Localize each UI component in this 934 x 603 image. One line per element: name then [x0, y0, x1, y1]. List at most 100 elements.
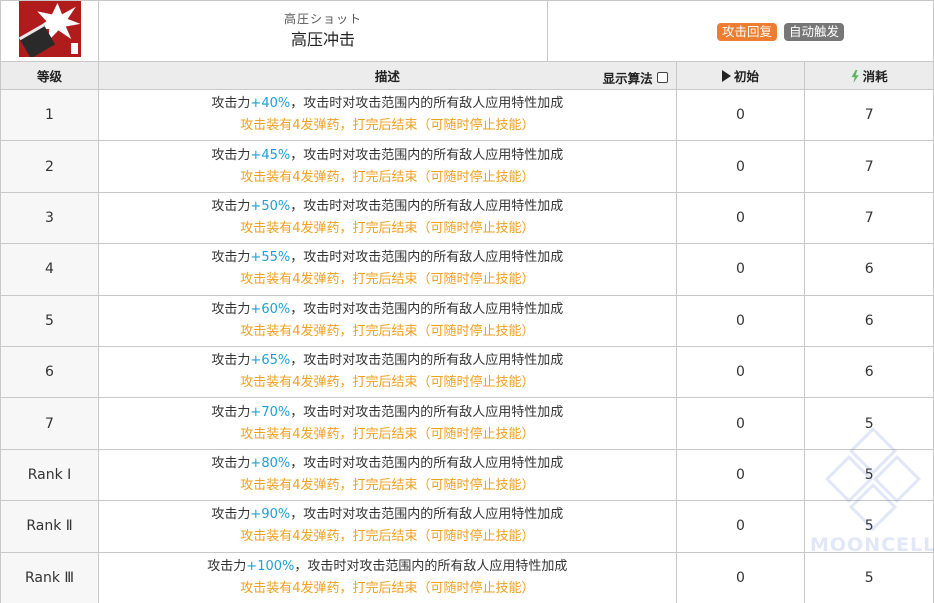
- row-atk-prefix: 攻击力: [211, 353, 251, 369]
- column-init-label: 初始: [733, 69, 759, 84]
- row-atk-prefix: 攻击力: [211, 198, 251, 214]
- row-description: 攻击力+55%，攻击时对攻击范围内的所有敌人应用特性加成 攻击装有4发弹药，打完后…: [98, 243, 677, 296]
- tag-auto-trigger: 自动触发: [784, 23, 845, 41]
- row-note: 攻击装有4发弹药，打完后结束（可随时停止技能）: [240, 118, 535, 134]
- row-effect: 攻击力+60%，攻击时对攻击范围内的所有敌人应用特性加成: [99, 299, 676, 321]
- row-atk-value: +55%: [250, 250, 291, 266]
- row-atk-value: +60%: [250, 301, 291, 317]
- row-level: Rank Ⅲ: [0, 551, 99, 603]
- row-atk-prefix: 攻击力: [211, 404, 251, 420]
- row-atk-value: +100%: [246, 558, 295, 574]
- skill-name-cell: 高圧ショット 高压冲击: [98, 0, 548, 62]
- row-init: 0: [675, 448, 806, 502]
- column-desc-label: 描述: [374, 69, 400, 84]
- row-cost: 5: [804, 448, 934, 502]
- row-level: 4: [0, 243, 99, 296]
- row-level: 5: [0, 294, 99, 347]
- row-atk-suffix: ，攻击时对攻击范围内的所有敌人应用特性加成: [290, 507, 564, 523]
- column-level: 等级: [0, 61, 99, 90]
- row-cost: 7: [804, 191, 934, 245]
- row-init: 0: [675, 345, 806, 399]
- row-note: 攻击装有4发弹药，打完后结束（可随时停止技能）: [240, 169, 535, 185]
- column-cost-label: 消耗: [862, 69, 888, 84]
- row-effect: 攻击力+70%，攻击时对攻击范围内的所有敌人应用特性加成: [99, 402, 676, 424]
- table-row: Rank Ⅱ 攻击力+90%，攻击时对攻击范围内的所有敌人应用特性加成攻击装有4发…: [0, 500, 934, 553]
- skill-name-cn: 高压冲击: [290, 30, 355, 49]
- row-cost: 7: [804, 140, 934, 193]
- row-cost: 5: [804, 551, 934, 603]
- row-description: 攻击力+100%，攻击时对攻击范围内的所有敌人应用特性加成攻击装有4发弹药，打完…: [98, 551, 677, 603]
- skill-burst-icon: [18, 1, 81, 57]
- table-row: Rank Ⅰ 攻击力+80%，攻击时对攻击范围内的所有敌人应用特性加成 攻击装有4发…: [0, 448, 934, 502]
- row-cost: 7: [804, 88, 934, 142]
- row-description: 攻击力+50%，攻击时对攻击范围内的所有敌人应用特性加成 攻击装有4发弹药，打完后…: [98, 191, 677, 245]
- row-effect: 攻击力+90%，攻击时对攻击范围内的所有敌人应用特性加成: [99, 504, 676, 526]
- row-atk-value: +50%: [250, 198, 291, 214]
- row-atk-suffix: ，攻击时对攻击范围内的所有敌人应用特性加成: [290, 455, 564, 471]
- table-row: 1 攻击力+40%，攻击时对攻击范围内的所有敌人应用特性加成 攻击装有4发弹药，打完…: [0, 88, 934, 142]
- skill-tags-cell: 攻击回复 自动触发: [547, 0, 934, 62]
- row-description: 攻击力+45%，攻击时对攻击范围内的所有敌人应用特性加成攻击装有4发弹药，打完后…: [98, 140, 677, 193]
- table-row: 4 攻击力+55%，攻击时对攻击范围内的所有敌人应用特性加成 攻击装有4发弹药，打完…: [0, 243, 934, 296]
- row-level: 2: [0, 140, 99, 193]
- row-atk-suffix: ，攻击时对攻击范围内的所有敌人应用特性加成: [294, 558, 568, 574]
- row-init: 0: [675, 500, 806, 553]
- row-cost: 6: [804, 345, 934, 399]
- row-effect: 攻击力+40%，攻击时对攻击范围内的所有敌人应用特性加成: [99, 93, 676, 115]
- row-level: Rank Ⅱ: [0, 500, 99, 553]
- row-description: 攻击力+65%，攻击时对攻击范围内的所有敌人应用特性加成 攻击装有4发弹药，打完后…: [98, 345, 677, 399]
- row-cost: 5: [804, 500, 934, 553]
- row-atk-prefix: 攻击力: [207, 558, 247, 574]
- play-icon: [721, 70, 731, 82]
- row-atk-prefix: 攻击力: [211, 96, 251, 112]
- row-atk-suffix: ，攻击时对攻击范围内的所有敌人应用特性加成: [290, 147, 564, 163]
- table-row: Rank Ⅲ 攻击力+100%，攻击时对攻击范围内的所有敌人应用特性加成 攻击装有4…: [0, 551, 934, 603]
- row-effect: 攻击力+50%，攻击时对攻击范围内的所有敌人应用特性加成: [99, 196, 676, 218]
- row-init: 0: [675, 243, 806, 296]
- row-atk-value: +90%: [250, 507, 291, 523]
- row-level: 3: [0, 191, 99, 245]
- row-init: 0: [675, 397, 806, 450]
- row-effect: 攻击力+45%，攻击时对攻击范围内的所有敌人应用特性加成: [99, 145, 676, 167]
- column-cost: 消耗: [804, 61, 934, 90]
- row-atk-value: +40%: [250, 96, 291, 112]
- row-atk-suffix: ，攻击时对攻击范围内的所有敌人应用特性加成: [290, 301, 564, 317]
- formula-toggle[interactable]: 显示算法: [603, 68, 668, 87]
- row-description: 攻击力+70%，攻击时对攻击范围内的所有敌人应用特性加成攻击装有4发弹药，打完后…: [98, 397, 677, 450]
- row-atk-suffix: ，攻击时对攻击范围内的所有敌人应用特性加成: [290, 96, 564, 112]
- row-note: 攻击装有4发弹药，打完后结束（可随时停止技能）: [240, 323, 535, 339]
- row-init: 0: [675, 88, 806, 142]
- row-atk-suffix: ，攻击时对攻击范围内的所有敌人应用特性加成: [290, 404, 564, 420]
- row-atk-prefix: 攻击力: [211, 301, 251, 317]
- row-init: 0: [675, 140, 806, 193]
- row-note: 攻击装有4发弹药，打完后结束（可随时停止技能）: [240, 426, 535, 442]
- row-init: 0: [675, 191, 806, 245]
- row-note: 攻击装有4发弹药，打完后结束（可随时停止技能）: [240, 529, 535, 545]
- row-description: 攻击力+90%，攻击时对攻击范围内的所有敌人应用特性加成攻击装有4发弹药，打完后…: [98, 500, 677, 553]
- row-atk-value: +70%: [250, 404, 291, 420]
- column-init: 初始: [675, 61, 806, 90]
- row-atk-suffix: ，攻击时对攻击范围内的所有敌人应用特性加成: [290, 250, 564, 266]
- table-row: 6 攻击力+65%，攻击时对攻击范围内的所有敌人应用特性加成 攻击装有4发弹药，打完…: [0, 345, 934, 399]
- skill-icon-cell: [0, 0, 99, 62]
- row-atk-value: +80%: [250, 455, 291, 471]
- skill-table: 高圧ショット 高压冲击 攻击回复 自动触发 等级 描述 显示算法 初始 消耗 1…: [0, 0, 934, 603]
- formula-toggle-label: 显示算法: [602, 71, 653, 86]
- row-description: 攻击力+40%，攻击时对攻击范围内的所有敌人应用特性加成攻击装有4发弹药，打完后…: [98, 88, 677, 142]
- formula-checkbox[interactable]: [656, 72, 668, 83]
- row-atk-prefix: 攻击力: [211, 250, 251, 266]
- row-effect: 攻击力+65%，攻击时对攻击范围内的所有敌人应用特性加成: [99, 350, 676, 372]
- table-row: 3 攻击力+50%，攻击时对攻击范围内的所有敌人应用特性加成 攻击装有4发弹药，打完…: [0, 191, 934, 245]
- row-note: 攻击装有4发弹药，打完后结束（可随时停止技能）: [240, 477, 535, 493]
- level-rows: 1 攻击力+40%，攻击时对攻击范围内的所有敌人应用特性加成 攻击装有4发弹药，打完…: [0, 88, 934, 603]
- row-description: 攻击力+80%，攻击时对攻击范围内的所有敌人应用特性加成 攻击装有4发弹药，打完后…: [98, 448, 677, 502]
- row-atk-suffix: ，攻击时对攻击范围内的所有敌人应用特性加成: [290, 198, 564, 214]
- row-atk-prefix: 攻击力: [211, 147, 251, 163]
- row-effect: 攻击力+100%，攻击时对攻击范围内的所有敌人应用特性加成: [99, 556, 676, 578]
- column-desc: 描述 显示算法: [98, 61, 677, 90]
- column-header-row: 等级 描述 显示算法 初始 消耗: [0, 61, 934, 90]
- row-note: 攻击装有4发弹药，打完后结束（可随时停止技能）: [240, 580, 535, 596]
- row-atk-suffix: ，攻击时对攻击范围内的所有敌人应用特性加成: [290, 353, 564, 369]
- row-level: 6: [0, 345, 99, 399]
- row-effect: 攻击力+55%，攻击时对攻击范围内的所有敌人应用特性加成: [99, 247, 676, 269]
